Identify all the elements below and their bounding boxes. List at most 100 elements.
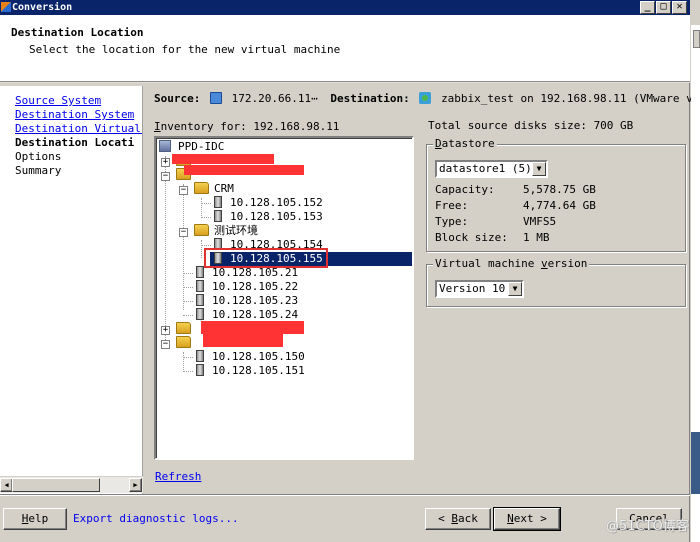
window-title: Conversion bbox=[12, 2, 73, 13]
tree-node-folder-test-env[interactable]: 测试环境 bbox=[194, 224, 260, 238]
title-bar[interactable]: Conversion _ □ ✕ bbox=[0, 0, 690, 15]
tree-node-host[interactable]: 10.128.105.152 bbox=[214, 196, 325, 210]
wizard-header: Destination Location Select the location… bbox=[0, 15, 690, 83]
tree-node-datacenter[interactable]: PPD-IDC bbox=[159, 140, 226, 154]
next-button[interactable]: Next > bbox=[493, 507, 561, 531]
tree-node-label: 10.128.105.21 bbox=[212, 266, 299, 279]
dropdown-arrow-icon[interactable]: ▼ bbox=[508, 282, 522, 296]
watermark: @51CTO博客 bbox=[606, 519, 689, 534]
refresh-text: efresh bbox=[161, 470, 202, 483]
page-title: Destination Location bbox=[11, 26, 144, 39]
nav-step-options: Options bbox=[15, 150, 62, 163]
datastore-mnemonic: D bbox=[435, 137, 442, 150]
tree-line bbox=[183, 287, 193, 288]
inventory-label: Inventory for: 192.168.98.11 bbox=[154, 120, 339, 133]
tree-node-host[interactable]: 10.128.105.153 bbox=[214, 210, 325, 224]
minimize-button[interactable]: _ bbox=[640, 1, 655, 14]
nav-step-summary: Summary bbox=[15, 164, 62, 177]
tree-node-host[interactable]: 10.128.105.21 bbox=[196, 266, 300, 280]
close-button[interactable]: ✕ bbox=[672, 1, 687, 14]
inventory-tree[interactable]: PPD-IDC + − − CRM 10.128.105.152 10.128.… bbox=[154, 136, 414, 460]
conversion-window: Conversion _ □ ✕ Destination Location Se… bbox=[0, 0, 700, 542]
datastore-selected-value: datastore1 (5) bbox=[439, 162, 532, 175]
tree-line bbox=[165, 156, 166, 346]
inventory-label-mnemonic: I bbox=[154, 120, 161, 133]
vm-version-group: Virtual machine version Version 10 ▼ bbox=[426, 257, 686, 307]
datacenter-icon bbox=[159, 140, 171, 152]
collapse-minus-icon[interactable]: − bbox=[179, 186, 188, 195]
nav-step-destination-location: Destination Locati bbox=[15, 136, 135, 149]
tree-node-host[interactable]: 10.128.105.151 bbox=[196, 364, 307, 378]
tree-line bbox=[183, 273, 193, 274]
destination-label: Destination: bbox=[330, 92, 410, 105]
export-diagnostic-logs-link[interactable]: Export diagnostic logs... bbox=[73, 512, 239, 525]
back-button[interactable]: < Back bbox=[425, 508, 491, 530]
server-icon bbox=[214, 196, 222, 208]
tree-node-folder-crm[interactable]: CRM bbox=[194, 182, 236, 196]
tree-node-label: 10.128.105.150 bbox=[212, 350, 305, 363]
tree-line bbox=[201, 245, 211, 246]
tree-node-folder-redacted-3[interactable] bbox=[176, 322, 194, 336]
expand-plus-icon[interactable]: + bbox=[161, 158, 170, 167]
nav-step-destination-system[interactable]: Destination System bbox=[15, 108, 134, 121]
tree-line bbox=[201, 240, 202, 258]
help-button[interactable]: Help bbox=[3, 508, 67, 530]
capacity-label: Capacity: bbox=[435, 183, 495, 196]
server-icon bbox=[196, 280, 204, 292]
scrollbar-thumb[interactable] bbox=[12, 478, 100, 492]
folder-icon bbox=[176, 322, 191, 334]
vm-version-select[interactable]: Version 10 ▼ bbox=[435, 280, 524, 298]
back-mnemonic: B bbox=[451, 512, 458, 525]
block-size-label: Block size: bbox=[435, 231, 508, 244]
tree-line bbox=[183, 315, 193, 316]
tree-node-label: 10.128.105.153 bbox=[230, 210, 323, 223]
vm-version-label-a: Virtual machine bbox=[435, 257, 541, 270]
back-label: ack bbox=[458, 512, 478, 525]
server-icon bbox=[196, 350, 204, 362]
datastore-label-text: atastore bbox=[441, 137, 495, 150]
tree-node-label: PPD-IDC bbox=[178, 140, 225, 153]
refresh-mnemonic: R bbox=[155, 470, 162, 483]
background-window-edge bbox=[691, 0, 700, 542]
tree-node-label: 10.128.105.151 bbox=[212, 364, 305, 377]
background-window-titlebar bbox=[691, 0, 700, 25]
scroll-right-arrow-icon[interactable]: ▶ bbox=[129, 478, 142, 492]
tree-node-label: 10.128.105.23 bbox=[212, 294, 299, 307]
tree-node-host[interactable]: 10.128.105.22 bbox=[196, 280, 300, 294]
tree-line bbox=[183, 184, 184, 310]
inventory-label-text: nventory for: 192.168.98.11 bbox=[160, 120, 340, 133]
tree-node-host[interactable]: 10.128.105.23 bbox=[196, 294, 300, 308]
type-value: VMFS5 bbox=[523, 215, 557, 228]
redaction-mark bbox=[172, 154, 274, 164]
expand-plus-icon[interactable]: + bbox=[161, 326, 170, 335]
datastore-group-label: Datastore bbox=[433, 137, 497, 150]
server-icon bbox=[214, 210, 222, 222]
capacity-value: 5,578.75 GB bbox=[523, 183, 596, 196]
tree-node-host[interactable]: 10.128.105.150 bbox=[196, 350, 307, 364]
tree-node-label: CRM bbox=[214, 182, 234, 195]
nav-step-destination-virtual-machine[interactable]: Destination Virtual M bbox=[15, 122, 142, 135]
tree-node-host[interactable]: 10.128.105.24 bbox=[196, 308, 300, 322]
destination-value: zabbix_test on 192.168.98.11 (VMware vC⋯ bbox=[441, 92, 700, 105]
vm-version-selected-value: Version 10 bbox=[439, 282, 506, 295]
tree-line bbox=[183, 352, 184, 370]
next-label: ext > bbox=[513, 512, 547, 525]
tree-line bbox=[183, 357, 193, 358]
help-label: elp bbox=[28, 512, 49, 525]
collapse-minus-icon[interactable]: − bbox=[161, 172, 170, 181]
block-size-value: 1 MB bbox=[523, 231, 550, 244]
collapse-minus-icon[interactable]: − bbox=[179, 228, 188, 237]
dropdown-arrow-icon[interactable]: ▼ bbox=[532, 162, 546, 176]
background-window-tab bbox=[693, 30, 700, 48]
tree-line bbox=[183, 371, 193, 372]
collapse-minus-icon[interactable]: − bbox=[161, 340, 170, 349]
type-label: Type: bbox=[435, 215, 469, 228]
maximize-button[interactable]: □ bbox=[656, 1, 671, 14]
datastore-select[interactable]: datastore1 (5) ▼ bbox=[435, 160, 548, 178]
nav-step-source-system[interactable]: Source System bbox=[15, 94, 101, 107]
nav-horizontal-scrollbar[interactable]: ◀ ▶ bbox=[0, 476, 143, 493]
back-prefix: < bbox=[438, 512, 452, 525]
refresh-link[interactable]: Refresh bbox=[155, 470, 201, 483]
source-value: 172.20.66.11⋯ bbox=[231, 92, 318, 105]
tree-node-folder-redacted-4[interactable] bbox=[176, 336, 194, 350]
